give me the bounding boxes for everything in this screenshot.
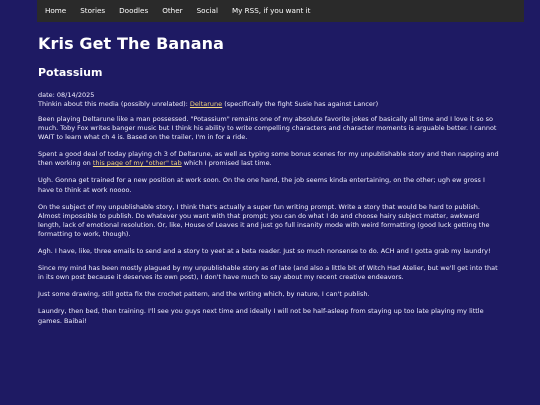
nav-doodles[interactable]: Doodles — [112, 0, 155, 22]
post-title: Potassium — [38, 66, 103, 79]
nav-social[interactable]: Social — [190, 0, 225, 22]
post-meta: date: 08/14/2025 Thinkin about this medi… — [38, 91, 500, 109]
site-title: Kris Get The Banana — [38, 34, 225, 53]
post-date: date: 08/14/2025 — [38, 91, 95, 99]
nav-rss[interactable]: My RSS, if you want it — [225, 0, 318, 22]
media-prefix: Thinkin about this media (possibly unrel… — [38, 100, 190, 108]
paragraph-2-suffix: which I promised last time. — [181, 159, 272, 168]
paragraph-7: Just some drawing, still gotta fix the c… — [38, 290, 370, 299]
other-tab-link[interactable]: this page of my "other" tab — [93, 159, 182, 167]
paragraph-2: Spent a good deal of today playing ch 3 … — [38, 150, 500, 168]
top-nav: Home Stories Doodles Other Social My RSS… — [37, 0, 524, 22]
paragraph-3: Ugh. Gonna get trained for a new positio… — [38, 176, 485, 194]
nav-home[interactable]: Home — [37, 0, 73, 22]
main-content: Kris Get The Banana Potassium date: 08/1… — [38, 30, 500, 326]
paragraph-1: Been playing Deltarune like a man posses… — [38, 115, 497, 142]
paragraph-4: On the subject of my unpublishable story… — [38, 202, 490, 238]
media-line: Thinkin about this media (possibly unrel… — [38, 100, 500, 109]
paragraph-5: Agh. I have, like, three emails to send … — [38, 247, 491, 256]
paragraph-8: Laundry, then bed, then training. I'll s… — [38, 307, 484, 325]
nav-other[interactable]: Other — [155, 0, 189, 22]
paragraph-6: Since my mind has been mostly plagued by… — [38, 264, 498, 282]
nav-stories[interactable]: Stories — [73, 0, 112, 22]
media-suffix: (specifically the fight Susie has agains… — [222, 100, 379, 108]
media-link[interactable]: Deltarune — [190, 100, 222, 108]
